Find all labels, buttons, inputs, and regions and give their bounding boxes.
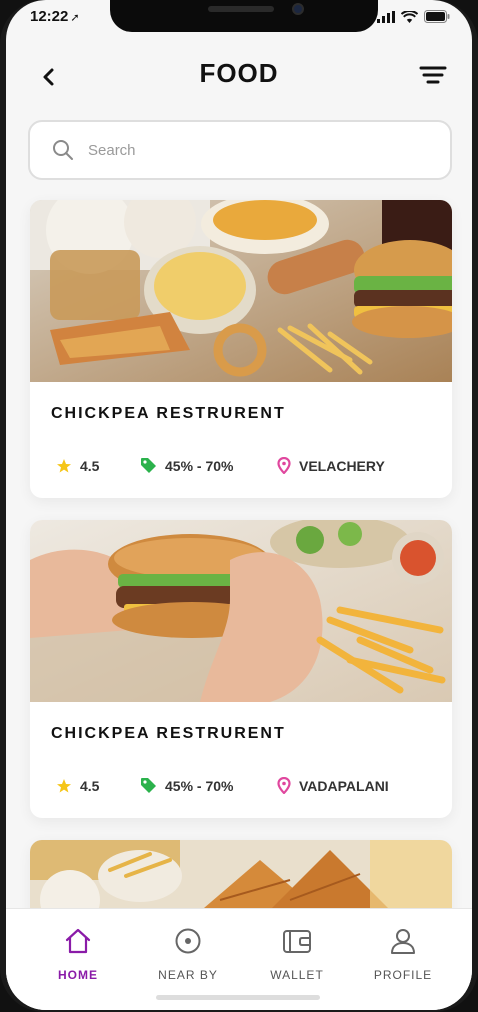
phone-frame: 12:22 ➚ FOOD Search CHICKPEA RESTRURENT … [0,0,478,1012]
location-pin-icon [277,777,291,794]
tab-wallet-label: WALLET [270,968,324,982]
location: VELACHERY [277,457,385,474]
rating: 4.5 [56,458,140,474]
restaurant-card[interactable]: CHICKPEA RESTRURENT 4.5 45% - 70% [30,520,452,818]
page-title: FOOD [199,58,279,88]
bottom-tab-bar: HOME NEAR BY WALLET PROFILE [6,908,472,1010]
restaurant-card[interactable]: CHICKPEA RESTRURENT 4.5 45% - 70% [30,200,452,498]
profile-icon [391,929,415,954]
search-bar[interactable] [28,120,452,180]
search-input[interactable] [88,141,408,159]
offer: 45% - 70% [140,777,277,794]
filter-button[interactable] [418,62,448,88]
location: VADAPALANI [277,777,389,794]
rating: 4.5 [56,778,140,794]
speaker [208,6,274,12]
offer-value: 45% - 70% [165,457,234,474]
notch [110,0,378,32]
location-pin-icon [277,457,291,474]
status-icons [377,10,450,23]
filter-icon [419,66,447,84]
offer: 45% - 70% [140,457,277,474]
wifi-icon [401,10,418,23]
restaurant-photo [30,520,452,702]
restaurant-name: CHICKPEA RESTRURENT [51,725,286,742]
rating-value: 4.5 [80,777,100,794]
tab-profile[interactable]: PROFILE [358,927,448,982]
restaurant-photo [30,200,452,382]
offer-value: 45% - 70% [165,777,234,794]
cellular-signal-icon [377,10,395,23]
home-icon [65,928,91,954]
rating-value: 4.5 [80,457,100,474]
restaurant-meta: 4.5 45% - 70% VELACHERY [56,457,385,474]
location-value: VADAPALANI [299,777,389,794]
tab-near-by-label: NEAR BY [158,968,218,982]
front-camera [292,3,304,15]
price-tag-icon [141,778,156,793]
header: FOOD [6,54,472,98]
tab-wallet[interactable]: WALLET [252,927,342,982]
home-indicator [156,995,320,1000]
star-icon [57,458,71,472]
tab-home-label: HOME [58,968,98,982]
restaurant-name: CHICKPEA RESTRURENT [51,405,286,422]
price-tag-icon [141,458,156,473]
screen: 12:22 ➚ FOOD Search CHICKPEA RESTRURENT … [6,0,472,1010]
tab-profile-label: PROFILE [373,968,433,982]
tab-near-by[interactable]: NEAR BY [143,927,233,982]
tab-home[interactable]: HOME [33,927,123,982]
wallet-icon [283,930,311,953]
near-by-icon [175,928,201,954]
battery-icon [424,10,450,23]
status-time-text: 12:22 [30,8,69,25]
status-time: 12:22 ➚ [30,8,80,25]
restaurant-meta: 4.5 45% - 70% VADAPALANI [56,777,389,794]
search-icon [53,140,73,160]
star-icon [57,778,71,792]
location-arrow-icon: ➚ [70,12,80,24]
location-value: VELACHERY [299,457,385,474]
